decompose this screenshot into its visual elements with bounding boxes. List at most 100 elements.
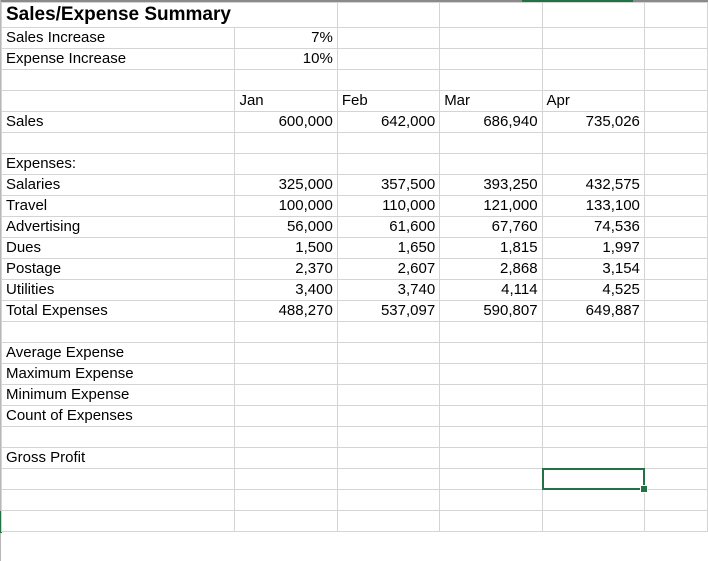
cell[interactable] bbox=[643, 363, 708, 385]
cell-value[interactable]: 488,270 bbox=[234, 300, 338, 322]
cell[interactable] bbox=[336, 447, 441, 469]
cell-value[interactable]: 1,650 bbox=[336, 237, 441, 259]
cell-label[interactable]: Advertising bbox=[0, 216, 236, 238]
cell-value[interactable]: 537,097 bbox=[336, 300, 441, 322]
cell[interactable] bbox=[439, 489, 543, 511]
cell[interactable] bbox=[0, 510, 236, 532]
cell[interactable] bbox=[439, 153, 543, 175]
cell[interactable] bbox=[541, 69, 645, 91]
cell[interactable] bbox=[439, 27, 543, 49]
cell[interactable] bbox=[336, 342, 441, 364]
cell[interactable] bbox=[439, 468, 543, 490]
cell[interactable] bbox=[643, 447, 708, 469]
cell-value[interactable]: 3,154 bbox=[541, 258, 645, 280]
cell[interactable] bbox=[234, 447, 338, 469]
cell-label[interactable]: Sales bbox=[0, 111, 236, 133]
cell-label[interactable]: Expenses: bbox=[0, 153, 236, 175]
cell[interactable] bbox=[0, 321, 236, 343]
cell-value[interactable]: 61,600 bbox=[336, 216, 441, 238]
cell[interactable] bbox=[439, 2, 543, 28]
cell[interactable] bbox=[541, 2, 645, 28]
cell-value[interactable]: 100,000 bbox=[234, 195, 338, 217]
cell-value[interactable]: 432,575 bbox=[541, 174, 645, 196]
cell[interactable] bbox=[541, 405, 645, 427]
cell[interactable] bbox=[234, 342, 338, 364]
cell[interactable] bbox=[643, 405, 708, 427]
cell-sales-increase-value[interactable]: 7% bbox=[234, 27, 338, 49]
cell[interactable] bbox=[643, 111, 708, 133]
cell-value[interactable]: 393,250 bbox=[439, 174, 543, 196]
cell[interactable] bbox=[541, 27, 645, 49]
cell-value[interactable]: 56,000 bbox=[234, 216, 338, 238]
cell-label[interactable]: Minimum Expense bbox=[0, 384, 236, 406]
cell-label[interactable]: Average Expense bbox=[0, 342, 236, 364]
cell[interactable] bbox=[0, 489, 236, 511]
cell-month[interactable]: Mar bbox=[439, 90, 543, 112]
cell[interactable] bbox=[541, 489, 645, 511]
cell-value[interactable]: 3,400 bbox=[234, 279, 338, 301]
cell[interactable] bbox=[234, 384, 338, 406]
cell-value[interactable]: 649,887 bbox=[541, 300, 645, 322]
cell-value[interactable]: 1,997 bbox=[541, 237, 645, 259]
cell[interactable] bbox=[643, 90, 708, 112]
cell[interactable] bbox=[643, 195, 708, 217]
cell[interactable] bbox=[336, 48, 441, 70]
cell[interactable] bbox=[439, 510, 543, 532]
cell-value[interactable]: 67,760 bbox=[439, 216, 543, 238]
cell-label[interactable]: Dues bbox=[0, 237, 236, 259]
cell[interactable] bbox=[643, 342, 708, 364]
cell[interactable] bbox=[234, 468, 338, 490]
cell-value[interactable]: 590,807 bbox=[439, 300, 543, 322]
cell[interactable] bbox=[234, 363, 338, 385]
cell[interactable] bbox=[0, 132, 236, 154]
cell[interactable] bbox=[336, 363, 441, 385]
cell[interactable] bbox=[234, 489, 338, 511]
cell[interactable] bbox=[439, 405, 543, 427]
cell-title[interactable]: Sales/Expense Summary bbox=[0, 2, 235, 28]
cell-value[interactable]: 74,536 bbox=[541, 216, 645, 238]
cell-label[interactable]: Postage bbox=[0, 258, 236, 280]
cell-value[interactable]: 1,500 bbox=[234, 237, 338, 259]
cell-label[interactable]: Total Expenses bbox=[0, 300, 236, 322]
fill-handle[interactable] bbox=[639, 485, 648, 493]
cell[interactable] bbox=[643, 216, 708, 238]
cell[interactable] bbox=[336, 2, 441, 28]
cell-expense-increase-value[interactable]: 10% bbox=[234, 48, 338, 70]
cell[interactable] bbox=[541, 153, 645, 175]
cell[interactable] bbox=[234, 2, 338, 28]
cell[interactable] bbox=[0, 468, 236, 490]
cell[interactable] bbox=[439, 363, 543, 385]
cell[interactable] bbox=[439, 384, 543, 406]
cell[interactable] bbox=[234, 153, 338, 175]
cell[interactable] bbox=[541, 447, 645, 469]
cell-value[interactable]: 3,740 bbox=[336, 279, 441, 301]
cell[interactable] bbox=[643, 153, 708, 175]
cell[interactable] bbox=[541, 342, 645, 364]
cell-value[interactable]: 600,000 bbox=[234, 111, 338, 133]
cell[interactable] bbox=[234, 69, 338, 91]
cell[interactable] bbox=[541, 132, 645, 154]
cell-month[interactable]: Apr bbox=[541, 90, 645, 112]
cell-value[interactable]: 686,940 bbox=[439, 111, 543, 133]
cell-label[interactable]: Gross Profit bbox=[0, 447, 236, 469]
cell[interactable] bbox=[643, 510, 708, 532]
cell[interactable] bbox=[439, 69, 543, 91]
cell[interactable] bbox=[0, 426, 236, 448]
cell[interactable] bbox=[643, 468, 708, 490]
cell[interactable] bbox=[643, 279, 708, 301]
cell[interactable] bbox=[336, 489, 441, 511]
cell[interactable] bbox=[643, 69, 708, 91]
cell[interactable] bbox=[336, 132, 441, 154]
cell[interactable] bbox=[643, 489, 708, 511]
cell[interactable] bbox=[336, 426, 441, 448]
cell-value[interactable]: 121,000 bbox=[439, 195, 543, 217]
cell[interactable] bbox=[643, 258, 708, 280]
cell[interactable] bbox=[336, 468, 441, 490]
cell[interactable] bbox=[234, 510, 338, 532]
cell[interactable] bbox=[643, 426, 708, 448]
cell[interactable] bbox=[336, 510, 441, 532]
cell-month[interactable]: Feb bbox=[336, 90, 441, 112]
cell[interactable] bbox=[439, 447, 543, 469]
cell-label[interactable]: Sales Increase bbox=[0, 27, 236, 49]
cell[interactable] bbox=[643, 237, 708, 259]
